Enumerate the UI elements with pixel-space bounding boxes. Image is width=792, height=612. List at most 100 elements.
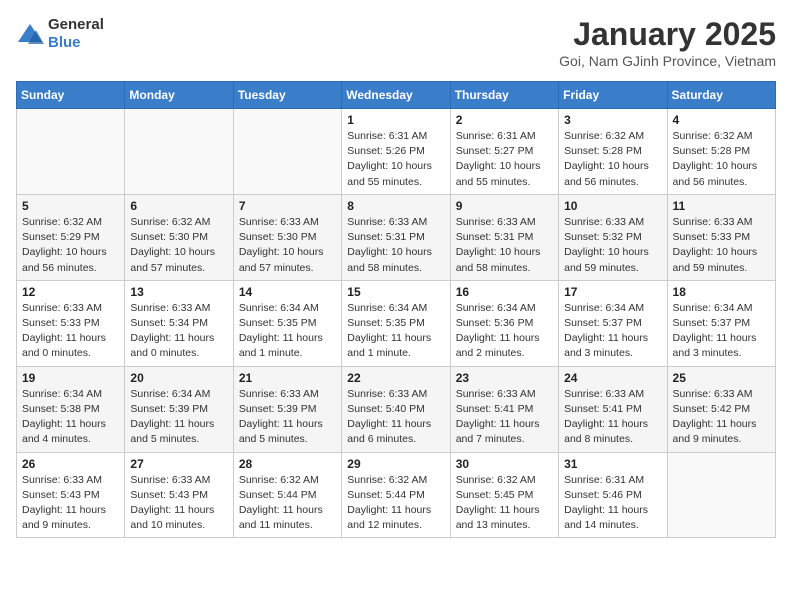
day-number: 1: [347, 113, 444, 127]
day-info: Sunrise: 6:34 AM Sunset: 5:36 PM Dayligh…: [456, 301, 553, 362]
month-title: January 2025: [559, 16, 776, 53]
calendar-cell: 20Sunrise: 6:34 AM Sunset: 5:39 PM Dayli…: [125, 366, 233, 452]
day-number: 2: [456, 113, 553, 127]
day-info: Sunrise: 6:32 AM Sunset: 5:44 PM Dayligh…: [239, 473, 336, 534]
calendar-cell: 26 Sunrise: 6:33 AM Sunset: 5:43 PM Dayli…: [17, 452, 125, 538]
calendar-cell: [233, 109, 341, 195]
location-title: Goi, Nam GJinh Province, Vietnam: [559, 53, 776, 69]
day-info: Sunrise: 6:34 AM Sunset: 5:37 PM Dayligh…: [673, 301, 770, 362]
calendar-week-row: 12 Sunrise: 6:33 AM Sunset: 5:33 PM Dayli…: [17, 280, 776, 366]
day-number: 18: [673, 285, 770, 299]
title-area: January 2025 Goi, Nam GJinh Province, Vi…: [559, 16, 776, 69]
calendar-header-cell: Monday: [125, 82, 233, 109]
day-number: 10: [564, 199, 661, 213]
logo: General Blue: [16, 16, 104, 52]
day-info: Sunrise: 6:31 AM Sunset: 5:26 PM Dayligh…: [347, 129, 444, 190]
calendar-cell: [667, 452, 775, 538]
day-number: 12: [22, 285, 119, 299]
day-info: Sunrise: 6:32 AM Sunset: 5:44 PM Dayligh…: [347, 473, 444, 534]
calendar-cell: 8 Sunrise: 6:33 AM Sunset: 5:31 PM Daylig…: [342, 194, 450, 280]
calendar-cell: 13Sunrise: 6:33 AM Sunset: 5:34 PM Dayli…: [125, 280, 233, 366]
calendar-cell: 11 Sunrise: 6:33 AM Sunset: 5:33 PM Dayli…: [667, 194, 775, 280]
calendar-cell: 28Sunrise: 6:32 AM Sunset: 5:44 PM Dayli…: [233, 452, 341, 538]
calendar-header-cell: Friday: [559, 82, 667, 109]
calendar-cell: 5 Sunrise: 6:32 AM Sunset: 5:29 PM Daylig…: [17, 194, 125, 280]
day-number: 30: [456, 457, 553, 471]
calendar-cell: 14Sunrise: 6:34 AM Sunset: 5:35 PM Dayli…: [233, 280, 341, 366]
day-info: Sunrise: 6:34 AM Sunset: 5:35 PM Dayligh…: [347, 301, 444, 362]
day-number: 27: [130, 457, 227, 471]
logo-icon: [16, 22, 44, 46]
day-number: 17: [564, 285, 661, 299]
day-number: 26: [22, 457, 119, 471]
calendar-cell: [125, 109, 233, 195]
day-info: Sunrise: 6:32 AM Sunset: 5:29 PM Dayligh…: [22, 215, 119, 276]
day-number: 15: [347, 285, 444, 299]
calendar-header-row: SundayMondayTuesdayWednesdayThursdayFrid…: [17, 82, 776, 109]
day-number: 5: [22, 199, 119, 213]
calendar-cell: 9 Sunrise: 6:33 AM Sunset: 5:31 PM Daylig…: [450, 194, 558, 280]
calendar-cell: 27 Sunrise: 6:33 AM Sunset: 5:43 PM Dayli…: [125, 452, 233, 538]
calendar-week-row: 5 Sunrise: 6:32 AM Sunset: 5:29 PM Daylig…: [17, 194, 776, 280]
day-number: 22: [347, 371, 444, 385]
calendar-cell: 21 Sunrise: 6:33 AM Sunset: 5:39 PM Dayli…: [233, 366, 341, 452]
day-number: 19: [22, 371, 119, 385]
calendar-cell: 10Sunrise: 6:33 AM Sunset: 5:32 PM Dayli…: [559, 194, 667, 280]
day-info: Sunrise: 6:33 AM Sunset: 5:31 PM Dayligh…: [347, 215, 444, 276]
day-info: Sunrise: 6:33 AM Sunset: 5:43 PM Dayligh…: [130, 473, 227, 534]
logo-text-blue: Blue: [48, 34, 81, 51]
calendar-week-row: 19 Sunrise: 6:34 AM Sunset: 5:38 PM Dayli…: [17, 366, 776, 452]
calendar-cell: 2 Sunrise: 6:31 AM Sunset: 5:27 PM Daylig…: [450, 109, 558, 195]
day-info: Sunrise: 6:33 AM Sunset: 5:40 PM Dayligh…: [347, 387, 444, 448]
day-info: Sunrise: 6:33 AM Sunset: 5:31 PM Dayligh…: [456, 215, 553, 276]
day-info: Sunrise: 6:33 AM Sunset: 5:33 PM Dayligh…: [673, 215, 770, 276]
calendar-cell: [17, 109, 125, 195]
calendar-cell: 18 Sunrise: 6:34 AM Sunset: 5:37 PM Dayli…: [667, 280, 775, 366]
day-info: Sunrise: 6:34 AM Sunset: 5:37 PM Dayligh…: [564, 301, 661, 362]
day-number: 29: [347, 457, 444, 471]
calendar-cell: 24Sunrise: 6:33 AM Sunset: 5:41 PM Dayli…: [559, 366, 667, 452]
day-number: 23: [456, 371, 553, 385]
day-number: 7: [239, 199, 336, 213]
calendar-cell: 6 Sunrise: 6:32 AM Sunset: 5:30 PM Daylig…: [125, 194, 233, 280]
calendar-header: SundayMondayTuesdayWednesdayThursdayFrid…: [17, 82, 776, 109]
day-number: 11: [673, 199, 770, 213]
calendar-cell: 3Sunrise: 6:32 AM Sunset: 5:28 PM Daylig…: [559, 109, 667, 195]
calendar-cell: 29 Sunrise: 6:32 AM Sunset: 5:44 PM Dayli…: [342, 452, 450, 538]
calendar-body: 1 Sunrise: 6:31 AM Sunset: 5:26 PM Daylig…: [17, 109, 776, 538]
calendar-cell: 22 Sunrise: 6:33 AM Sunset: 5:40 PM Dayli…: [342, 366, 450, 452]
day-info: Sunrise: 6:32 AM Sunset: 5:45 PM Dayligh…: [456, 473, 553, 534]
calendar-cell: 16Sunrise: 6:34 AM Sunset: 5:36 PM Dayli…: [450, 280, 558, 366]
day-number: 8: [347, 199, 444, 213]
day-info: Sunrise: 6:34 AM Sunset: 5:38 PM Dayligh…: [22, 387, 119, 448]
day-info: Sunrise: 6:33 AM Sunset: 5:39 PM Dayligh…: [239, 387, 336, 448]
day-number: 21: [239, 371, 336, 385]
day-info: Sunrise: 6:33 AM Sunset: 5:42 PM Dayligh…: [673, 387, 770, 448]
calendar-cell: 1 Sunrise: 6:31 AM Sunset: 5:26 PM Daylig…: [342, 109, 450, 195]
calendar-week-row: 1 Sunrise: 6:31 AM Sunset: 5:26 PM Daylig…: [17, 109, 776, 195]
day-info: Sunrise: 6:34 AM Sunset: 5:35 PM Dayligh…: [239, 301, 336, 362]
day-info: Sunrise: 6:32 AM Sunset: 5:30 PM Dayligh…: [130, 215, 227, 276]
calendar-cell: 31Sunrise: 6:31 AM Sunset: 5:46 PM Dayli…: [559, 452, 667, 538]
calendar-header-cell: Wednesday: [342, 82, 450, 109]
day-info: Sunrise: 6:33 AM Sunset: 5:43 PM Dayligh…: [22, 473, 119, 534]
header: General Blue January 2025 Goi, Nam GJinh…: [16, 16, 776, 69]
day-info: Sunrise: 6:33 AM Sunset: 5:41 PM Dayligh…: [456, 387, 553, 448]
day-number: 31: [564, 457, 661, 471]
calendar-cell: 15 Sunrise: 6:34 AM Sunset: 5:35 PM Dayli…: [342, 280, 450, 366]
calendar: SundayMondayTuesdayWednesdayThursdayFrid…: [16, 81, 776, 538]
day-info: Sunrise: 6:32 AM Sunset: 5:28 PM Dayligh…: [564, 129, 661, 190]
day-info: Sunrise: 6:33 AM Sunset: 5:41 PM Dayligh…: [564, 387, 661, 448]
day-number: 9: [456, 199, 553, 213]
calendar-header-cell: Saturday: [667, 82, 775, 109]
day-number: 6: [130, 199, 227, 213]
calendar-header-cell: Tuesday: [233, 82, 341, 109]
day-info: Sunrise: 6:31 AM Sunset: 5:27 PM Dayligh…: [456, 129, 553, 190]
day-number: 4: [673, 113, 770, 127]
day-info: Sunrise: 6:32 AM Sunset: 5:28 PM Dayligh…: [673, 129, 770, 190]
calendar-cell: 17 Sunrise: 6:34 AM Sunset: 5:37 PM Dayli…: [559, 280, 667, 366]
day-number: 20: [130, 371, 227, 385]
day-info: Sunrise: 6:33 AM Sunset: 5:33 PM Dayligh…: [22, 301, 119, 362]
logo-text-general: General: [48, 16, 104, 33]
day-number: 25: [673, 371, 770, 385]
